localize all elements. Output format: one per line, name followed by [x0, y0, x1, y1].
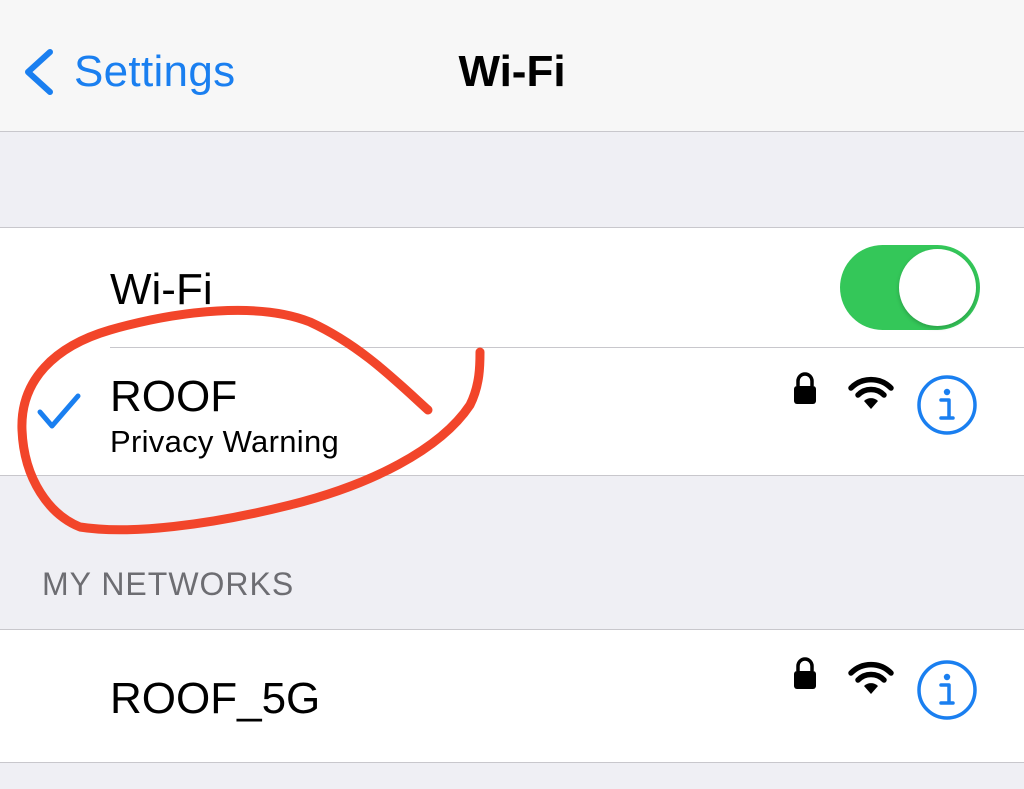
my-networks-group: ROOF_5G: [0, 629, 1024, 763]
lock-icon: [794, 372, 816, 404]
network-subtitle: Privacy Warning: [110, 424, 340, 459]
wifi-toggle-switch[interactable]: [840, 245, 980, 330]
wifi-toggle-row: Wi-Fi: [0, 228, 1024, 347]
wifi-toggle-label: Wi-Fi: [110, 265, 213, 314]
checkmark-icon: [37, 393, 81, 429]
toggle-knob: [899, 249, 976, 326]
wifi-signal-icon: [848, 661, 894, 694]
info-icon[interactable]: [916, 374, 978, 436]
wifi-settings-screen: Settings Wi-Fi Wi-Fi ROOF Privacy Warnin…: [0, 0, 1024, 789]
navigation-bar: Settings Wi-Fi: [0, 0, 1024, 132]
network-row[interactable]: ROOF_5G: [0, 630, 1024, 762]
page-title: Wi-Fi: [458, 47, 566, 96]
current-network-row[interactable]: ROOF Privacy Warning: [0, 348, 1024, 475]
wifi-signal-icon: [848, 376, 894, 409]
network-name: ROOF_5G: [110, 674, 321, 723]
network-name: ROOF: [110, 372, 238, 421]
lock-icon: [794, 657, 816, 689]
my-networks-header: MY NETWORKS: [42, 566, 295, 602]
wifi-main-group: Wi-Fi ROOF Privacy Warning: [0, 227, 1024, 476]
info-icon[interactable]: [916, 659, 978, 721]
